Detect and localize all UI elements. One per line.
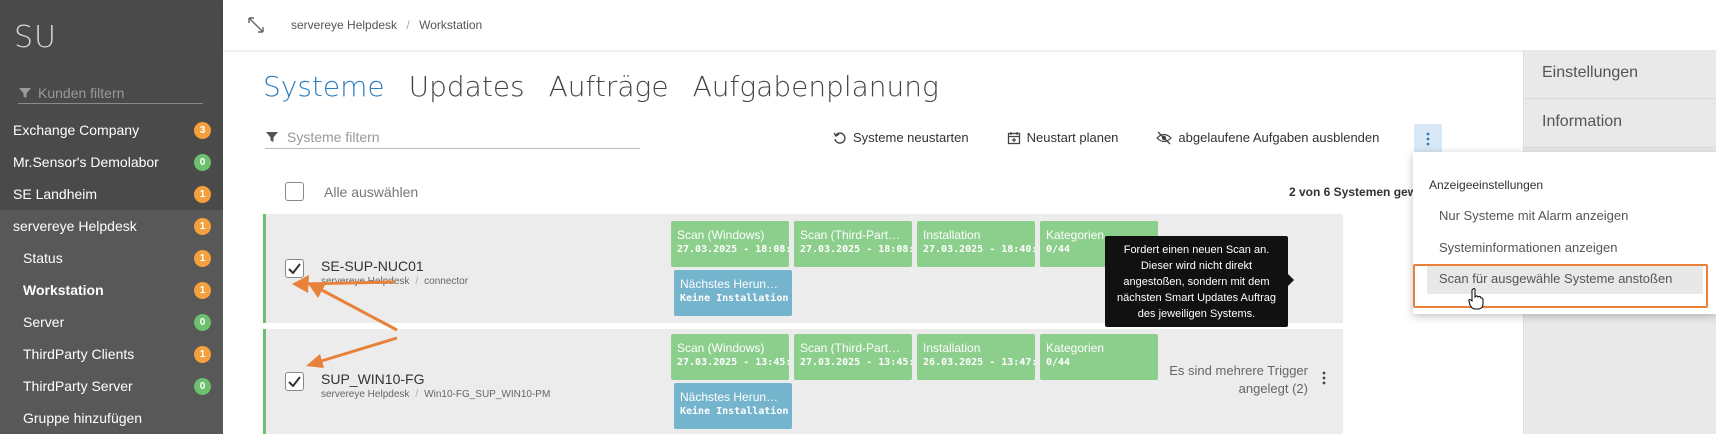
highlight-box xyxy=(1413,264,1708,308)
tooltip-line: angestoßen, sondern mit dem xyxy=(1123,276,1270,288)
scan-tooltip: Fordert einen neuen Scan an. Dieser wird… xyxy=(1105,236,1294,327)
settings-link[interactable]: Einstellungen xyxy=(1524,50,1716,99)
menu-item-system-info[interactable]: Systeminformationen anzeigen xyxy=(1439,240,1618,255)
menu-header: Anzeigeeinstellungen xyxy=(1429,178,1544,192)
app: SU Exchange Company 3 Mr.Sensor's Demola… xyxy=(0,0,1716,434)
tooltip-line: des jeweiligen Systems. xyxy=(1137,308,1256,320)
menu-item-alarm-only[interactable]: Nur Systeme mit Alarm anzeigen xyxy=(1439,208,1628,223)
tooltip-line: Fordert einen neuen Scan an. xyxy=(1123,244,1270,256)
information-link[interactable]: Information xyxy=(1524,99,1716,148)
hand-cursor-icon xyxy=(1468,288,1484,310)
tooltip-line: nächsten Smart Updates Auftrag xyxy=(1117,292,1276,304)
tooltip-line: Dieser wird nicht direkt xyxy=(1140,260,1253,272)
